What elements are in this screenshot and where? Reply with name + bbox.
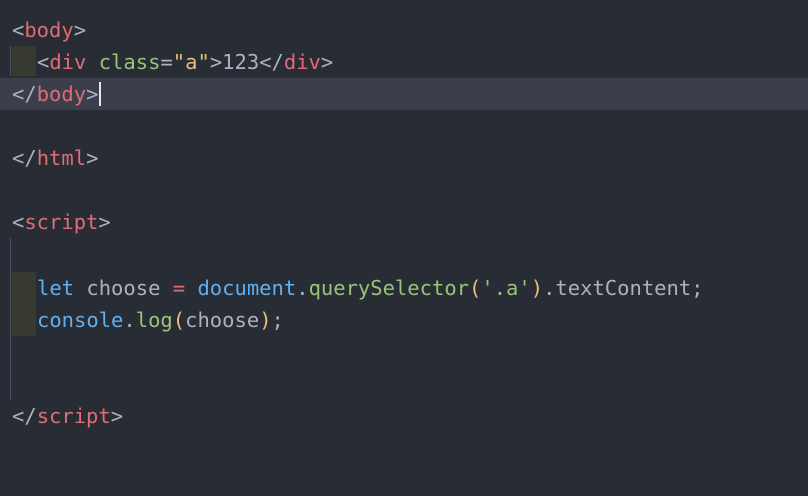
punct: </ [259,50,284,74]
punct: > [209,50,223,74]
punct: < [37,50,50,74]
identifier: choose [185,308,260,332]
punct: </ [12,146,37,170]
punct: ; [271,308,284,332]
punct: < [12,210,25,234]
operator: = [172,276,186,300]
code-line-2[interactable]: <div class="a">123</div> [0,46,808,78]
code-line-13[interactable]: </script> [0,400,808,432]
code-editor[interactable]: <body> <div class="a">123</div> </body> … [0,0,808,452]
text-cursor [99,82,102,106]
punct: > [320,50,334,74]
method: querySelector [308,276,470,300]
identifier: choose [74,276,173,300]
paren: ( [469,276,482,300]
tag-name: div [49,50,87,74]
punct: . [123,308,136,332]
code-line-1[interactable]: <body> [0,14,808,46]
punct: . [296,276,309,300]
property: .textContent; [543,276,704,300]
paren: ( [172,308,186,332]
object: document [197,276,297,300]
punct: > [98,210,111,234]
method: log [135,308,173,332]
keyword: let [37,276,75,300]
string: '.a' [481,276,531,300]
tag-name: html [36,146,87,170]
punct: </ [12,404,37,428]
punct: > [110,404,124,428]
code-line-10[interactable]: console.log(choose); [0,304,808,336]
punct: > [86,146,99,170]
punct: > [73,18,87,42]
tag-name: script [36,404,111,428]
punct: < [12,18,25,42]
attr-name: class [98,50,161,74]
code-line-7[interactable]: <script> [0,206,808,238]
punct: = [160,50,173,74]
tag-name: script [24,210,99,234]
code-line-9[interactable]: let choose = document.querySelector('.a'… [0,272,808,304]
paren: ) [259,308,272,332]
tag-name: body [24,18,74,42]
code-line-3-current[interactable]: </body> [0,78,808,110]
attr-value: "a" [172,50,210,74]
tag-name: div [283,50,321,74]
punct: </ [12,82,37,106]
object: console [37,308,124,332]
code-line-5[interactable]: </html> [0,142,808,174]
punct: > [86,82,99,106]
paren: ) [530,276,544,300]
text-content: 123 [222,50,260,74]
tag-name: body [36,82,87,106]
